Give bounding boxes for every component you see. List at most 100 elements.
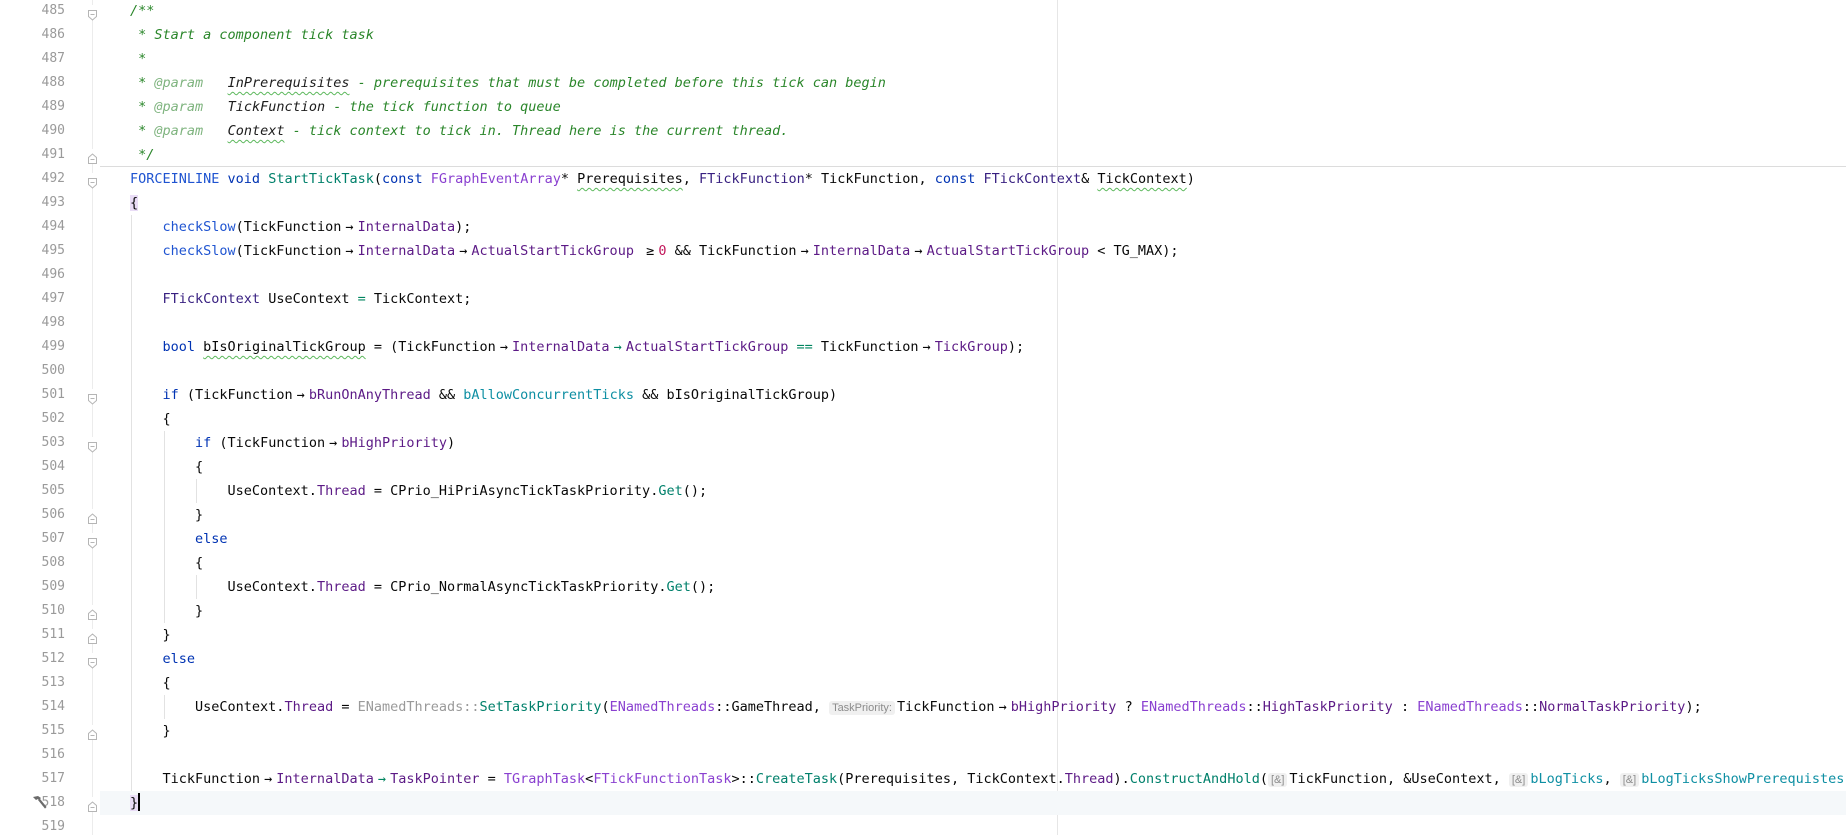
code-line[interactable]: 516: [0, 743, 1846, 767]
code-content[interactable]: * @param Context - tick context to tick …: [130, 119, 788, 143]
code-content[interactable]: TickFunction → InternalData → TaskPointer = …: [130, 767, 1846, 792]
code-editor[interactable]: 485/** 486 * Start a component tick task 4…: [0, 0, 1846, 835]
line-number[interactable]: 501: [0, 383, 65, 407]
code-line[interactable]: 515 }: [0, 719, 1846, 743]
code-content[interactable]: if (TickFunction → bRunOnAnyThread && bAll…: [130, 383, 838, 407]
code-line[interactable]: 509 UseContext.Thread = CPrio_NormalAsyn…: [0, 575, 1846, 599]
line-number[interactable]: 505: [0, 479, 65, 503]
code-line[interactable]: 501 if (TickFunction → bRunOnAnyThread && …: [0, 383, 1846, 407]
code-line[interactable]: 500: [0, 359, 1846, 383]
code-line[interactable]: 514 UseContext.Thread = ENamedThreads::S…: [0, 695, 1846, 719]
code-line[interactable]: 489 * @param TickFunction - the tick fun…: [0, 95, 1846, 119]
code-line[interactable]: 492 FORCEINLINE void StartTickTask(const …: [0, 167, 1846, 191]
hammer-icon[interactable]: [30, 794, 50, 812]
code-content[interactable]: bool bIsOriginalTickGroup = (TickFunctio…: [130, 335, 1025, 359]
code-content[interactable]: }: [130, 599, 203, 623]
code-content[interactable]: else: [130, 527, 228, 551]
code-content[interactable]: */: [130, 143, 154, 167]
code-line[interactable]: 512 else: [0, 647, 1846, 671]
fold-end-icon[interactable]: [87, 629, 98, 644]
code-line[interactable]: 508 {: [0, 551, 1846, 575]
code-content[interactable]: {: [130, 407, 171, 431]
code-line[interactable]: 510 }: [0, 599, 1846, 623]
line-number[interactable]: 509: [0, 575, 65, 599]
code-line[interactable]: 502 {: [0, 407, 1846, 431]
fold-collapse-icon[interactable]: [87, 389, 98, 405]
line-number[interactable]: 517: [0, 767, 65, 791]
line-number[interactable]: 514: [0, 695, 65, 719]
fold-collapse-icon[interactable]: [87, 533, 98, 549]
line-number[interactable]: 504: [0, 455, 65, 479]
code-content[interactable]: {: [130, 671, 171, 695]
current-code-line[interactable]: 518}: [33, 791, 1846, 815]
line-number[interactable]: 515: [0, 719, 65, 743]
code-line[interactable]: 499 bool bIsOriginalTickGroup = (TickFun…: [0, 335, 1846, 359]
line-number[interactable]: 508: [0, 551, 65, 575]
line-number[interactable]: 519: [0, 815, 65, 839]
code-content[interactable]: }: [130, 503, 203, 527]
code-line[interactable]: 507 else: [0, 527, 1846, 551]
code-line[interactable]: 504 {: [0, 455, 1846, 479]
fold-collapse-icon[interactable]: [87, 653, 98, 669]
code-content[interactable]: FORCEINLINE void StartTickTask(const FGr…: [130, 167, 1195, 191]
code-line[interactable]: 517 TickFunction → InternalData → TaskPointe…: [0, 767, 1846, 791]
code-content[interactable]: }: [130, 623, 171, 647]
line-number[interactable]: 496: [0, 263, 65, 287]
code-content[interactable]: }: [130, 719, 171, 743]
code-line[interactable]: 486 * Start a component tick task: [0, 23, 1846, 47]
code-content[interactable]: * @param InPrerequisites - prerequisites…: [130, 71, 886, 95]
line-number[interactable]: 510: [0, 599, 65, 623]
line-number[interactable]: 488: [0, 71, 65, 95]
code-line[interactable]: 519: [0, 815, 1846, 839]
line-number[interactable]: 487: [0, 47, 65, 71]
code-content[interactable]: * Start a component tick task: [130, 23, 374, 47]
line-number[interactable]: 516: [0, 743, 65, 767]
line-number[interactable]: 495: [0, 239, 65, 263]
fold-collapse-icon[interactable]: [87, 173, 98, 189]
line-number[interactable]: 500: [0, 359, 65, 383]
code-line[interactable]: 498: [0, 311, 1846, 335]
code-content[interactable]: UseContext.Thread = CPrio_NormalAsyncTic…: [130, 575, 716, 599]
code-line[interactable]: 493 {: [0, 191, 1846, 215]
code-line[interactable]: 488 * @param InPrerequisites - prerequis…: [0, 71, 1846, 95]
code-line[interactable]: 511 }: [0, 623, 1846, 647]
line-number[interactable]: 511: [0, 623, 65, 647]
line-number[interactable]: 493: [0, 191, 65, 215]
fold-end-icon[interactable]: [87, 149, 98, 164]
line-number[interactable]: 507: [0, 527, 65, 551]
line-number[interactable]: 506: [0, 503, 65, 527]
line-number[interactable]: 485: [0, 0, 65, 23]
code-line[interactable]: 497 FTickContext UseContext = TickContex…: [0, 287, 1846, 311]
code-content[interactable]: FTickContext UseContext = TickContext;: [130, 287, 472, 311]
code-content[interactable]: checkSlow(TickFunction → InternalData → Actu…: [130, 239, 1179, 263]
fold-end-icon[interactable]: [87, 797, 98, 812]
line-number[interactable]: 494: [0, 215, 65, 239]
line-number[interactable]: 490: [0, 119, 65, 143]
line-number[interactable]: 503: [0, 431, 65, 455]
code-content[interactable]: UseContext.Thread = CPrio_HiPriAsyncTick…: [130, 479, 708, 503]
line-number[interactable]: 489: [0, 95, 65, 119]
line-number[interactable]: 498: [0, 311, 65, 335]
code-line[interactable]: 503 if (TickFunction → bHighPriority): [0, 431, 1846, 455]
line-number[interactable]: 502: [0, 407, 65, 431]
code-line[interactable]: 494 checkSlow(TickFunction → InternalData)…: [0, 215, 1846, 239]
code-line[interactable]: 490 * @param Context - tick context to t…: [0, 119, 1846, 143]
line-number[interactable]: 512: [0, 647, 65, 671]
code-content[interactable]: {: [130, 551, 203, 575]
line-number[interactable]: 491: [0, 143, 65, 167]
code-content[interactable]: {: [130, 455, 203, 479]
code-line[interactable]: 506 }: [0, 503, 1846, 527]
code-content[interactable]: UseContext.Thread = ENamedThreads::SetTa…: [130, 695, 1702, 720]
fold-end-icon[interactable]: [87, 509, 98, 524]
code-content[interactable]: {: [130, 191, 139, 215]
line-number[interactable]: 497: [0, 287, 65, 311]
code-content[interactable]: checkSlow(TickFunction → InternalData);: [130, 215, 472, 239]
code-content[interactable]: else: [130, 647, 196, 671]
fold-collapse-icon[interactable]: [87, 437, 98, 453]
code-line[interactable]: 513 {: [0, 671, 1846, 695]
code-line[interactable]: 496: [0, 263, 1846, 287]
code-line[interactable]: 505 UseContext.Thread = CPrio_HiPriAsync…: [0, 479, 1846, 503]
code-content[interactable]: * @param TickFunction - the tick functio…: [130, 95, 561, 119]
line-number[interactable]: 492: [0, 167, 65, 191]
code-line[interactable]: 491 */: [0, 143, 1846, 167]
